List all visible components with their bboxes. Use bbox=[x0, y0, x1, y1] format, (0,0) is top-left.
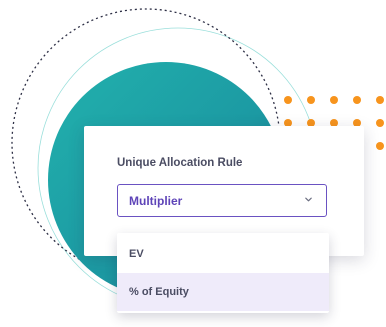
allocation-rule-select[interactable]: Multiplier bbox=[117, 184, 327, 217]
select-value: Multiplier bbox=[129, 194, 183, 208]
orange-dot bbox=[376, 119, 384, 127]
chevron-down-icon bbox=[305, 197, 312, 202]
orange-dot bbox=[376, 96, 384, 104]
orange-dot bbox=[353, 96, 361, 104]
dropdown-option-percent-of-equity[interactable]: % of Equity bbox=[117, 273, 329, 311]
orange-dot bbox=[284, 96, 292, 104]
orange-dot bbox=[376, 142, 384, 150]
allocation-rule-dropdown: EV % of Equity bbox=[117, 233, 329, 313]
allocation-rule-label: Unique Allocation Rule bbox=[117, 157, 243, 169]
orange-dot bbox=[307, 96, 315, 104]
dropdown-option-ev[interactable]: EV bbox=[117, 235, 329, 273]
orange-dot bbox=[330, 96, 338, 104]
